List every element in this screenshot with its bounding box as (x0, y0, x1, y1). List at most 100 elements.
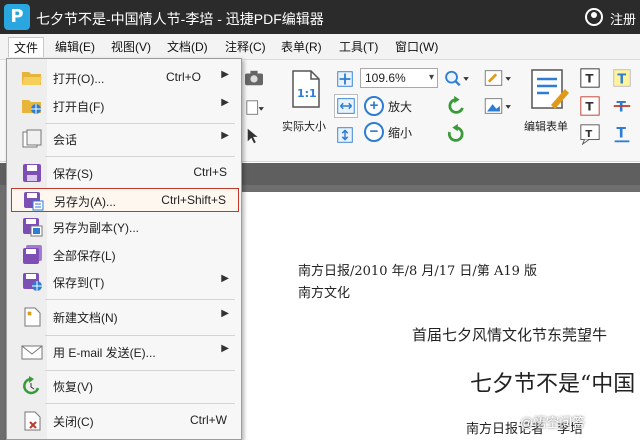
actual-size-glyph: 1:1 (297, 87, 317, 100)
edit-form-label: 编辑表单 (524, 121, 568, 133)
menu-item-save-as[interactable]: 另存为(A)... Ctrl+Shift+S (11, 188, 239, 212)
form-field-icon[interactable] (482, 66, 516, 90)
edit-form-button[interactable] (524, 66, 572, 116)
svg-text:T: T (617, 126, 627, 142)
restore-icon (23, 376, 40, 395)
menu-item-new-document[interactable]: 新建文档(N) ▶ (11, 305, 239, 329)
app-logo-icon: P (4, 4, 30, 30)
menu-window[interactable]: 窗口(W) (390, 37, 443, 57)
zoom-out-button[interactable]: − (364, 122, 384, 142)
menu-item-shortcut: Ctrl+S (193, 165, 227, 179)
menu-item-label: 保存到(T) (53, 276, 105, 290)
fit-width-icon[interactable] (334, 94, 358, 118)
file-menu-dropdown: 打开(O)... Ctrl+O ▶ 打开自(F) ▶ 会话 ▶ 保存(S) Ct… (6, 58, 242, 440)
menu-tools[interactable]: 工具(T) (334, 37, 383, 57)
menu-item-save-to[interactable]: 保存到(T) ▶ (11, 270, 239, 294)
submenu-arrow-icon: ▶ (221, 308, 229, 319)
rotate-right-icon[interactable] (444, 122, 468, 146)
text-field-icon[interactable]: T (578, 66, 602, 90)
snapshot-icon[interactable] (242, 68, 266, 88)
menu-item-shortcut: Ctrl+O (165, 70, 201, 84)
menu-view[interactable]: 视图(V) (106, 37, 156, 57)
close-document-icon (24, 411, 41, 431)
menu-item-email[interactable]: 用 E-mail 发送(E)... ▶ (11, 340, 239, 364)
submenu-arrow-icon: ▶ (221, 97, 229, 108)
menu-bar: 文件 编辑(E) 视图(V) 文档(D) 注释(C) 表单(R) 工具(T) 窗… (0, 34, 640, 60)
page-down-icon[interactable] (242, 98, 266, 118)
menu-item-label: 保存(S) (53, 167, 93, 181)
fit-page-icon[interactable] (334, 68, 356, 90)
svg-text:T: T (585, 129, 592, 140)
menu-item-save[interactable]: 保存(S) Ctrl+S (11, 161, 239, 185)
zoom-out-label: 缩小 (388, 126, 413, 140)
menu-item-close[interactable]: 关闭(C) Ctrl+W (11, 409, 239, 433)
menu-edit[interactable]: 编辑(E) (50, 37, 100, 57)
menu-item-label: 全部保存(L) (53, 249, 116, 263)
textbox-icon[interactable]: T (578, 94, 602, 118)
menu-separator (45, 403, 235, 404)
menu-item-shortcut: Ctrl+W (190, 413, 227, 427)
submenu-arrow-icon: ▶ (221, 130, 229, 141)
svg-text:T: T (585, 72, 594, 86)
menu-item-label: 打开自(F) (53, 100, 105, 114)
doc-title: 七夕节不是“中国 (470, 372, 636, 397)
menu-item-label: 新建文档(N) (53, 311, 118, 325)
menu-item-session[interactable]: 会话 ▶ (11, 127, 239, 151)
menu-comment[interactable]: 注释(C) (220, 37, 271, 57)
menu-file[interactable]: 文件 (8, 37, 45, 57)
title-bar: P 七夕节不是-中国情人节-李培 - 迅捷PDF编辑器 注册 (0, 0, 640, 34)
image-tool-icon[interactable] (482, 94, 516, 118)
actual-size-button[interactable]: 1:1 (286, 68, 324, 114)
actual-size-label: 实际大小 (282, 121, 326, 133)
open-folder-icon (22, 72, 42, 85)
save-as-icon (24, 192, 44, 211)
submenu-arrow-icon: ▶ (221, 69, 229, 80)
new-document-icon (24, 307, 41, 327)
rotate-left-icon[interactable] (444, 94, 468, 118)
session-icon (22, 129, 42, 148)
menu-item-label: 打开(O)... (53, 72, 105, 86)
save-all-icon (23, 245, 42, 264)
underline-text-icon[interactable]: T (610, 122, 634, 146)
save-copy-icon (23, 218, 43, 237)
callout-icon[interactable]: T (578, 122, 602, 146)
zoom-tool-icon[interactable] (442, 68, 472, 90)
zoom-in-button[interactable]: + (364, 96, 384, 116)
strikeout-text-icon[interactable]: T (610, 94, 634, 118)
menu-item-save-all[interactable]: 全部保存(L) (11, 243, 239, 267)
highlight-text-icon[interactable]: T (610, 66, 634, 90)
doc-section-line: 南方文化 (298, 286, 351, 301)
save-icon (23, 164, 41, 182)
menu-item-save-copy[interactable]: 另存为副本(Y)... (11, 215, 239, 239)
menu-item-label: 用 E-mail 发送(E)... (53, 346, 156, 360)
menu-item-label: 关闭(C) (53, 415, 94, 429)
menu-item-open[interactable]: 打开(O)... Ctrl+O ▶ (11, 66, 239, 90)
menu-separator (45, 299, 235, 300)
user-icon[interactable] (585, 8, 603, 26)
fit-visible-icon[interactable] (334, 124, 356, 146)
submenu-arrow-icon: ▶ (221, 273, 229, 284)
menu-item-shortcut: Ctrl+Shift+S (161, 193, 226, 207)
menu-item-label: 另存为副本(Y)... (53, 221, 139, 235)
svg-text:T: T (617, 100, 627, 116)
menu-item-open-from[interactable]: 打开自(F) ▶ (11, 94, 239, 118)
svg-text:T: T (617, 73, 626, 88)
menu-item-label: 恢复(V) (53, 380, 93, 394)
user-login-link[interactable]: 注册 (610, 9, 636, 28)
open-from-icon (22, 100, 41, 114)
menu-separator (45, 335, 235, 336)
menu-item-label: 会话 (53, 133, 78, 147)
pdf-page[interactable]: 南方日报/2010 年/8 月/17 日/第 A19 版 南方文化 首届七夕风情… (236, 192, 640, 440)
menu-item-restore[interactable]: 恢复(V) (11, 374, 239, 398)
select-tool-icon[interactable] (242, 126, 266, 146)
doc-heading: 首届七夕风情文化节东莞望牛 (412, 326, 608, 344)
menu-separator (45, 123, 235, 124)
menu-separator (45, 156, 235, 157)
menu-form[interactable]: 表单(R) (276, 37, 327, 57)
menu-document[interactable]: 文档(D) (162, 37, 213, 57)
zoom-select[interactable]: 109.6% (360, 68, 438, 88)
actual-size-icon: 1:1 (292, 70, 320, 108)
zoom-in-label: 放大 (388, 100, 413, 114)
window-title: 七夕节不是-中国情人节-李培 - 迅捷PDF编辑器 (36, 11, 324, 27)
svg-text:T: T (585, 100, 594, 114)
